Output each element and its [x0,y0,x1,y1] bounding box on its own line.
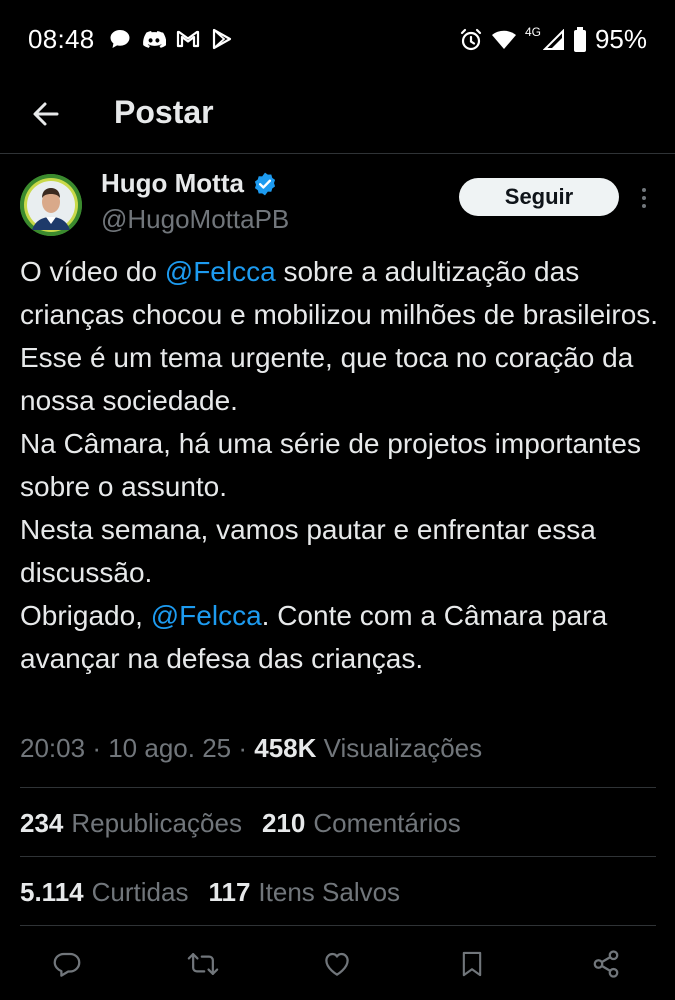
signal-icon [542,27,565,53]
comments-count: 210 [261,808,306,838]
stats-row-2: 5.114 Curtidas 117 Itens Salvos [20,877,400,908]
saved-label: Itens Salvos [258,877,401,907]
tweet-text-segment: sobre a adultização das crianças chocou … [20,256,659,631]
comments-stat[interactable]: 210 Comentários [262,808,461,839]
like-button[interactable] [317,944,357,984]
network-type: 4G [524,24,541,39]
status-time: 08:48 [28,24,95,54]
saved-count: 117 [208,877,251,907]
share-icon [593,950,619,978]
back-button[interactable] [26,94,66,134]
tweet-time[interactable]: 20:03 [20,733,85,764]
system-icons: 4G 95% [459,24,647,55]
more-options-icon[interactable] [632,182,656,214]
page-title: Postar [114,94,214,130]
likes-label: Curtidas [91,877,189,907]
repost-icon [187,953,219,975]
share-button[interactable] [586,944,626,984]
reply-icon [53,952,81,977]
tweet-text-segment: O vídeo do [20,256,165,287]
gmail-icon [176,28,200,50]
mention-link[interactable]: @Felcca [151,600,262,631]
meta-separator: · [238,733,248,763]
repost-button[interactable] [183,944,223,984]
reposts-count: 234 [20,808,64,838]
tweet-meta: 20:03 · 10 ago. 25 · 458K Visualizações [20,733,482,764]
tweet-date[interactable]: 10 ago. 25 [108,733,231,764]
views-label: Visualizações [323,733,483,763]
verified-badge-icon [252,171,278,197]
battery-icon [573,26,587,53]
chat-bubble-icon [108,28,132,50]
bookmark-icon [462,951,482,977]
action-bar [0,940,675,988]
notification-icons [108,28,234,50]
meta-separator: · [92,733,101,763]
divider [20,925,656,926]
views-count: 458K [254,733,317,763]
stats-row-1: 234 Republicações 210 Comentários [20,808,461,839]
wifi-icon [491,27,517,53]
tweet-text: O vídeo do @Felcca sobre a adultização d… [20,250,660,680]
likes-stat[interactable]: 5.114 Curtidas [20,877,188,908]
comments-label: Comentários [313,808,461,838]
battery-percent: 95% [594,24,647,54]
arrow-left-icon [33,102,59,126]
bookmark-button[interactable] [452,944,492,984]
reposts-label: Republicações [71,808,242,838]
alarm-icon [459,27,483,53]
avatar[interactable] [20,174,82,236]
play-store-icon [210,28,234,50]
follow-button[interactable]: Seguir [459,178,619,216]
top-bar: Postar [0,80,675,154]
reposts-stat[interactable]: 234 Republicações [20,808,242,839]
saved-stat[interactable]: 117 Itens Salvos [208,877,400,908]
divider [20,856,656,857]
author-name-row: Hugo Motta [101,168,278,199]
likes-count: 5.114 [20,877,84,907]
status-bar: 08:48 4G 95% [0,0,675,80]
discord-icon [142,28,166,50]
reply-button[interactable] [47,944,87,984]
mention-link[interactable]: @Felcca [165,256,276,287]
divider [20,787,656,788]
author-name[interactable]: Hugo Motta [101,168,244,199]
author-handle[interactable]: @HugoMottaPB [101,204,289,235]
heart-icon [325,952,349,976]
